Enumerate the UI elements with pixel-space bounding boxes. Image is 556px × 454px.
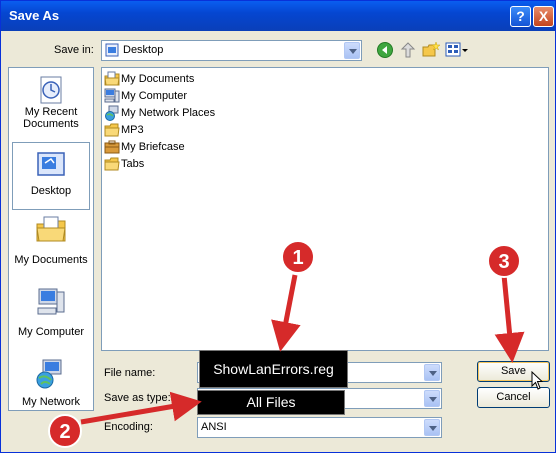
- step-marker-1: 1: [281, 240, 315, 274]
- save-as-dialog: Save As ? X Save in: Desktop My Recent D…: [0, 0, 556, 453]
- arrow-3: [494, 274, 525, 363]
- step-marker-3: 3: [487, 244, 521, 278]
- step-marker-2: 2: [48, 414, 82, 448]
- annotation-arrows: [80, 274, 525, 425]
- arrow-1: [271, 274, 301, 352]
- arrow-2: [80, 391, 202, 425]
